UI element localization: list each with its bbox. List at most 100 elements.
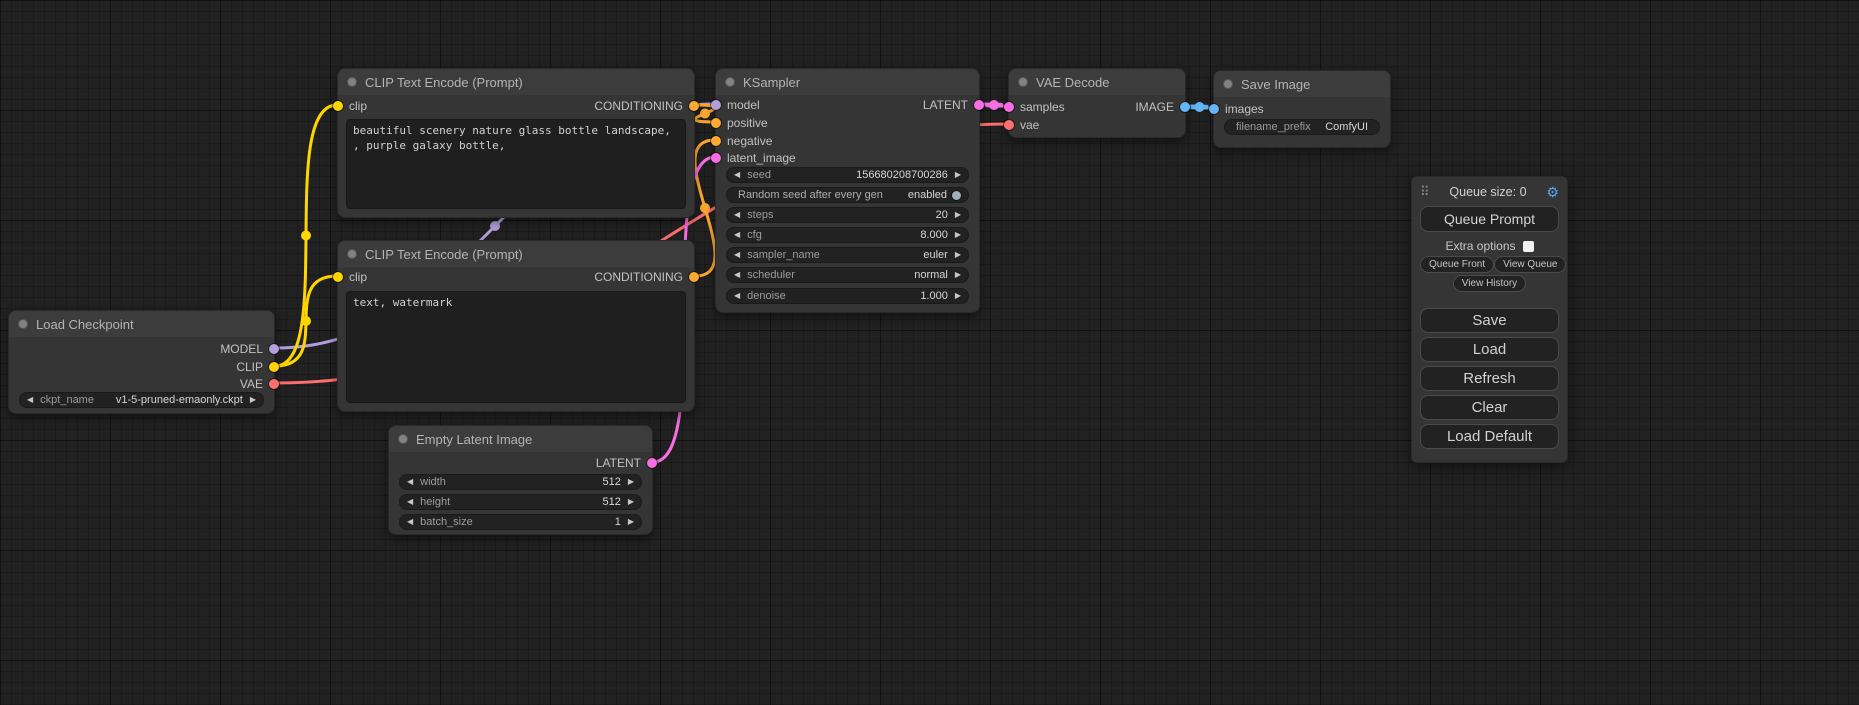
node-title-bar[interactable]: KSampler	[716, 69, 979, 95]
input-slot-negative[interactable]: negative	[711, 133, 772, 149]
increment-arrow-icon[interactable]: ▶	[250, 396, 256, 404]
prompt-textarea[interactable]: beautiful scenery nature glass bottle la…	[346, 119, 686, 209]
output-dot-conditioning[interactable]	[689, 272, 699, 282]
decrement-arrow-icon[interactable]: ◀	[734, 171, 740, 179]
node-clip-text-encode-positive[interactable]: CLIP Text Encode (Prompt) clip CONDITION…	[337, 68, 695, 218]
view-queue-button[interactable]: View Queue	[1494, 256, 1566, 273]
save-button[interactable]: Save	[1420, 308, 1559, 333]
widget-batch-size[interactable]: ◀ batch_size 1 ▶	[399, 514, 642, 530]
node-title-bar[interactable]: Empty Latent Image	[389, 426, 652, 452]
widget-ckpt-name[interactable]: ◀ ckpt_name v1-5-pruned-emaonly.ckpt ▶	[19, 392, 264, 408]
output-dot-latent[interactable]	[974, 100, 984, 110]
node-title-bar[interactable]: CLIP Text Encode (Prompt)	[338, 241, 694, 267]
collapse-dot-icon[interactable]	[725, 77, 735, 87]
collapse-dot-icon[interactable]	[347, 249, 357, 259]
decrement-arrow-icon[interactable]: ◀	[734, 292, 740, 300]
decrement-arrow-icon[interactable]: ◀	[734, 211, 740, 219]
node-title-bar[interactable]: Load Checkpoint	[9, 311, 274, 337]
input-dot-negative[interactable]	[711, 136, 721, 146]
node-title-bar[interactable]: VAE Decode	[1009, 69, 1185, 95]
widget-random-seed-toggle[interactable]: Random seed after every gen enabled	[726, 187, 969, 203]
output-dot-clip[interactable]	[269, 362, 279, 372]
input-slot-model[interactable]: model	[711, 97, 760, 113]
drag-handle-icon[interactable]: ⠿	[1420, 184, 1430, 200]
output-slot-conditioning[interactable]: CONDITIONING	[594, 269, 699, 285]
node-title-bar[interactable]: Save Image	[1214, 71, 1390, 97]
refresh-button[interactable]: Refresh	[1420, 366, 1559, 391]
gear-icon[interactable]: ⚙	[1546, 185, 1559, 199]
input-dot-clip[interactable]	[333, 101, 343, 111]
clear-button[interactable]: Clear	[1420, 395, 1559, 420]
node-title-bar[interactable]: CLIP Text Encode (Prompt)	[338, 69, 694, 95]
decrement-arrow-icon[interactable]: ◀	[734, 251, 740, 259]
input-dot-clip[interactable]	[333, 272, 343, 282]
output-slot-latent[interactable]: LATENT	[923, 97, 984, 113]
input-slot-images[interactable]: images	[1209, 101, 1264, 117]
input-slot-samples[interactable]: samples	[1004, 99, 1065, 115]
increment-arrow-icon[interactable]: ▶	[628, 498, 634, 506]
increment-arrow-icon[interactable]: ▶	[628, 478, 634, 486]
input-slot-vae[interactable]: vae	[1004, 117, 1039, 133]
widget-cfg[interactable]: ◀ cfg 8.000 ▶	[726, 227, 969, 243]
input-slot-latent-image[interactable]: latent_image	[711, 150, 796, 166]
queue-front-button[interactable]: Queue Front	[1420, 256, 1494, 273]
decrement-arrow-icon[interactable]: ◀	[407, 518, 413, 526]
increment-arrow-icon[interactable]: ▶	[955, 251, 961, 259]
load-default-button[interactable]: Load Default	[1420, 424, 1559, 449]
output-slot-clip[interactable]: CLIP	[236, 359, 279, 375]
node-empty-latent-image[interactable]: Empty Latent Image LATENT ◀ width 512 ▶ …	[388, 425, 653, 535]
extra-options-checkbox[interactable]	[1523, 241, 1534, 252]
output-slot-vae[interactable]: VAE	[240, 376, 279, 392]
node-ksampler[interactable]: KSampler model positive negative latent_…	[715, 68, 980, 313]
output-dot-latent[interactable]	[647, 458, 657, 468]
toggle-dot-icon[interactable]	[952, 191, 961, 200]
increment-arrow-icon[interactable]: ▶	[955, 231, 961, 239]
decrement-arrow-icon[interactable]: ◀	[27, 396, 33, 404]
input-slot-positive[interactable]: positive	[711, 115, 768, 131]
collapse-dot-icon[interactable]	[18, 319, 28, 329]
output-dot-vae[interactable]	[269, 379, 279, 389]
input-slot-clip[interactable]: clip	[333, 269, 367, 285]
input-dot-latent-image[interactable]	[711, 153, 721, 163]
output-dot-model[interactable]	[269, 344, 279, 354]
collapse-dot-icon[interactable]	[1223, 79, 1233, 89]
input-dot-images[interactable]	[1209, 104, 1219, 114]
node-vae-decode[interactable]: VAE Decode samples vae IMAGE	[1008, 68, 1186, 138]
widget-steps[interactable]: ◀ steps 20 ▶	[726, 207, 969, 223]
load-button[interactable]: Load	[1420, 337, 1559, 362]
output-slot-model[interactable]: MODEL	[220, 341, 279, 357]
decrement-arrow-icon[interactable]: ◀	[407, 478, 413, 486]
decrement-arrow-icon[interactable]: ◀	[734, 271, 740, 279]
input-dot-vae[interactable]	[1004, 120, 1014, 130]
widget-denoise[interactable]: ◀ denoise 1.000 ▶	[726, 288, 969, 304]
widget-seed[interactable]: ◀ seed 156680208700286 ▶	[726, 167, 969, 183]
input-dot-samples[interactable]	[1004, 102, 1014, 112]
input-slot-clip[interactable]: clip	[333, 98, 367, 114]
output-slot-image[interactable]: IMAGE	[1135, 99, 1190, 115]
input-dot-model[interactable]	[711, 100, 721, 110]
collapse-dot-icon[interactable]	[1018, 77, 1028, 87]
widget-scheduler[interactable]: ◀ scheduler normal ▶	[726, 267, 969, 283]
view-history-button[interactable]: View History	[1453, 275, 1526, 292]
node-save-image[interactable]: Save Image images filename_prefix ComfyU…	[1213, 70, 1391, 148]
increment-arrow-icon[interactable]: ▶	[955, 292, 961, 300]
output-slot-conditioning[interactable]: CONDITIONING	[594, 98, 699, 114]
output-dot-conditioning[interactable]	[689, 101, 699, 111]
decrement-arrow-icon[interactable]: ◀	[407, 498, 413, 506]
input-dot-positive[interactable]	[711, 118, 721, 128]
node-clip-text-encode-negative[interactable]: CLIP Text Encode (Prompt) clip CONDITION…	[337, 240, 695, 412]
queue-prompt-button[interactable]: Queue Prompt	[1420, 206, 1559, 232]
collapse-dot-icon[interactable]	[398, 434, 408, 444]
output-dot-image[interactable]	[1180, 102, 1190, 112]
widget-width[interactable]: ◀ width 512 ▶	[399, 474, 642, 490]
widget-filename-prefix[interactable]: filename_prefix ComfyUI	[1224, 119, 1380, 135]
prompt-textarea[interactable]: text, watermark	[346, 291, 686, 403]
increment-arrow-icon[interactable]: ▶	[955, 211, 961, 219]
node-load-checkpoint[interactable]: Load Checkpoint MODEL CLIP VAE ◀ ckpt_na…	[8, 310, 275, 414]
increment-arrow-icon[interactable]: ▶	[955, 171, 961, 179]
increment-arrow-icon[interactable]: ▶	[955, 271, 961, 279]
output-slot-latent[interactable]: LATENT	[596, 455, 657, 471]
widget-height[interactable]: ◀ height 512 ▶	[399, 494, 642, 510]
node-graph-canvas[interactable]: Load Checkpoint MODEL CLIP VAE ◀ ckpt_na…	[0, 0, 1859, 705]
decrement-arrow-icon[interactable]: ◀	[734, 231, 740, 239]
